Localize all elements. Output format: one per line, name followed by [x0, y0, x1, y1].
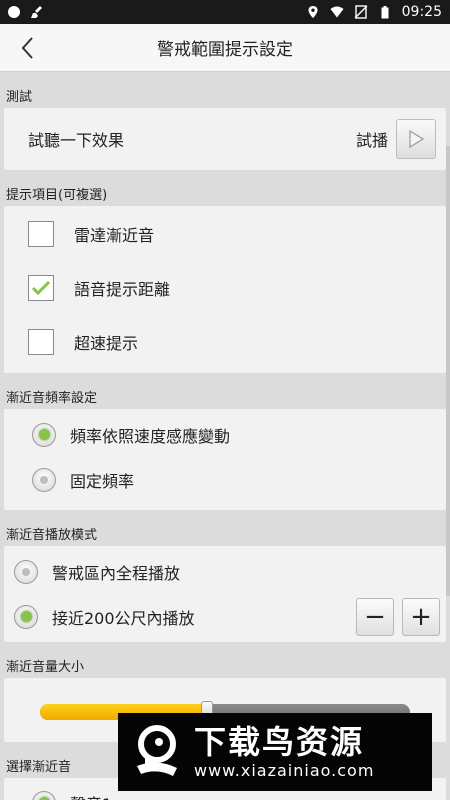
frequency-card: 頻率依照速度感應變動 固定頻率	[4, 409, 446, 510]
checkbox-speeding[interactable]	[28, 329, 54, 355]
section-label-volume: 漸近音量大小	[6, 660, 85, 675]
play-button[interactable]	[396, 119, 436, 159]
radio-label: 聲音1	[70, 791, 112, 800]
checkbox-row-speeding[interactable]: 超速提示	[4, 315, 446, 369]
play-label: 試播	[355, 131, 388, 150]
checkbox-label: 雷達漸近音	[74, 226, 155, 245]
app-header: 警戒範圍提示設定	[0, 24, 450, 72]
checkbox-row-voice[interactable]: 語音提示距離	[4, 261, 446, 315]
radio-variable-frequency[interactable]	[32, 422, 56, 447]
checkbox-radar[interactable]	[28, 221, 54, 247]
radio-label: 警戒區內全程播放	[52, 563, 181, 583]
watermark-banner: 下载鸟资源 www.xiazainiao.com	[118, 713, 432, 791]
radio-row-near-200m[interactable]: 接近200公尺內播放 − +	[4, 594, 446, 639]
minus-button[interactable]: −	[356, 597, 394, 636]
checkmark-icon	[31, 280, 51, 296]
radio-row-fixed-frequency[interactable]: 固定頻率	[4, 457, 446, 502]
no-sim-icon	[354, 5, 368, 19]
test-row: 試聽一下效果 試播	[4, 108, 446, 170]
watermark-url: www.xiazainiao.com	[194, 761, 375, 780]
prompt-items-card: 雷達漸近音 語音提示距離 超速提示	[4, 206, 446, 373]
radio-row-variable-frequency[interactable]: 頻率依照速度感應變動	[4, 412, 446, 457]
playback-mode-card: 警戒區內全程播放 接近200公尺內播放 − +	[4, 546, 446, 642]
page-title: 警戒範圍提示設定	[157, 40, 293, 60]
checkbox-label: 語音提示距離	[74, 280, 171, 299]
section-label-prompt-items: 提示項目(可複選)	[6, 188, 108, 203]
broom-icon	[30, 5, 44, 19]
watermark-title: 下载鸟资源	[194, 723, 365, 761]
wifi-icon	[330, 5, 344, 19]
radio-full-play[interactable]	[14, 559, 38, 584]
bird-logo-icon	[126, 721, 188, 783]
radio-fixed-frequency[interactable]	[32, 467, 56, 492]
watermark-text: 下载鸟资源 www.xiazainiao.com	[194, 723, 374, 781]
radio-label: 固定頻率	[70, 471, 135, 491]
checkbox-row-radar[interactable]: 雷達漸近音	[4, 207, 446, 261]
plus-button[interactable]: +	[402, 597, 440, 636]
settings-content[interactable]: 測試 試聽一下效果 試播 提示項目(可複選) 雷達漸近音 語音提示距離 超速提示…	[0, 72, 450, 800]
test-item-label: 試聽一下效果	[28, 131, 125, 150]
scrollbar[interactable]	[446, 146, 450, 596]
radio-label: 接近200公尺內播放	[52, 608, 195, 628]
radio-sound-1[interactable]	[32, 790, 56, 800]
radio-label: 頻率依照速度感應變動	[70, 426, 231, 446]
back-arrow-icon[interactable]	[14, 34, 42, 62]
section-label-frequency: 漸近音頻率設定	[6, 391, 98, 406]
status-time: 09:25	[401, 4, 442, 20]
location-icon	[306, 5, 320, 19]
status-bar: 09:25	[0, 0, 450, 24]
radio-row-full-play[interactable]: 警戒區內全程播放	[4, 549, 446, 594]
play-icon	[409, 129, 425, 149]
battery-icon	[378, 5, 392, 19]
radio-near-200m[interactable]	[14, 604, 38, 629]
checkbox-label: 超速提示	[74, 334, 139, 353]
circle-icon	[8, 6, 20, 18]
test-card: 試聽一下效果 試播	[4, 108, 446, 170]
section-label-test: 測試	[6, 90, 33, 105]
section-label-playback-mode: 漸近音播放模式	[6, 528, 98, 543]
checkbox-voice[interactable]	[28, 275, 54, 301]
distance-stepper: − +	[356, 597, 440, 636]
